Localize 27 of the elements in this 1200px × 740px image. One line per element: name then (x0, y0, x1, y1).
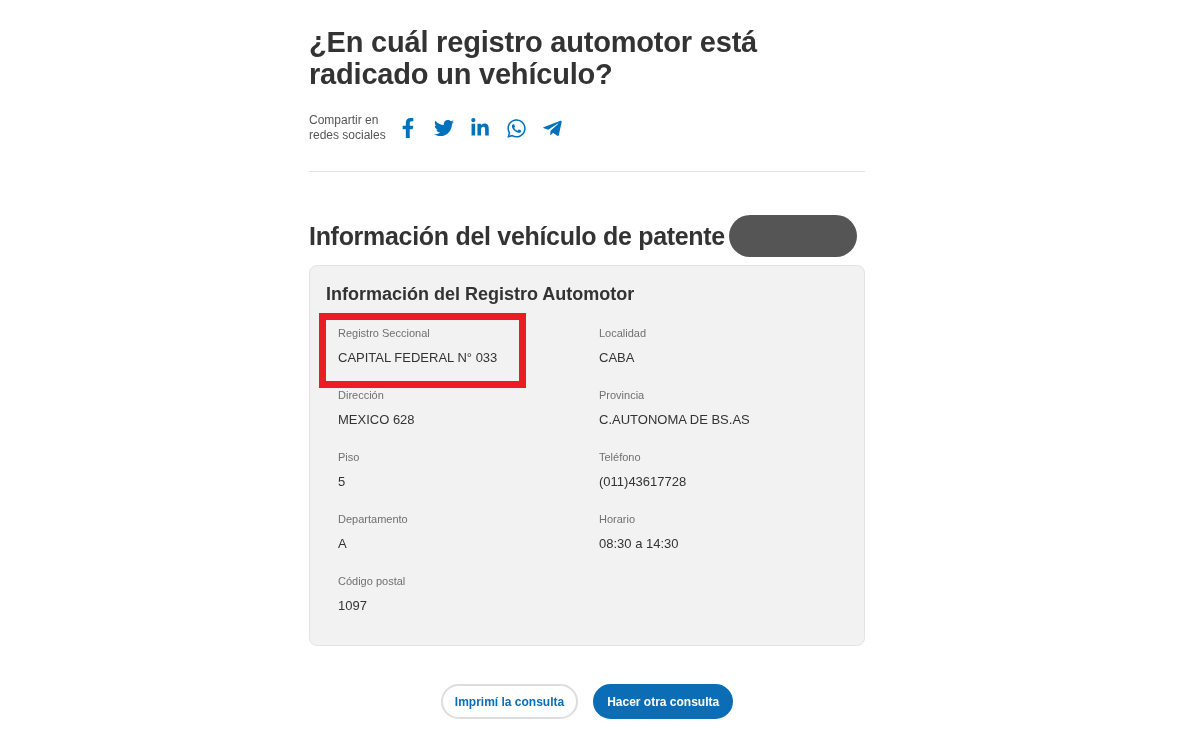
field-value: CABA (599, 349, 636, 367)
field-label: Registro Seccional (338, 326, 431, 341)
whatsapp-icon[interactable] (505, 117, 527, 139)
field-value: MEXICO 628 (338, 411, 416, 429)
page-title: ¿En cuál registro automotor está radicado un vehículo? (309, 26, 759, 90)
field-label: Localidad (599, 326, 648, 341)
field-value: (011)43617728 (599, 473, 688, 491)
field-label: Código postal (338, 574, 407, 589)
twitter-icon[interactable] (434, 118, 454, 138)
card-title: Información del Registro Automotor (326, 283, 636, 306)
field-value: CAPITAL FEDERAL N° 033 (338, 349, 499, 367)
field-label: Horario (599, 512, 637, 527)
share-label: Compartir en redes sociales (309, 113, 387, 143)
field-label: Dirección (338, 388, 385, 403)
linkedin-icon[interactable] (470, 118, 490, 138)
field-value: C.AUTONOMA DE BS.AS (599, 411, 751, 429)
vehicle-heading: Información del vehículo de patente (309, 221, 725, 251)
new-query-button[interactable]: Hacer otra consulta (593, 684, 734, 719)
field-value: 08:30 a 14:30 (599, 535, 680, 553)
field-label: Piso (338, 450, 361, 465)
field-value: 5 (338, 473, 347, 491)
field-value: 1097 (338, 597, 368, 615)
field-value: A (338, 535, 348, 553)
field-label: Teléfono (599, 450, 642, 465)
field-label: Departamento (338, 512, 409, 527)
print-button[interactable]: Imprimí la consulta (440, 684, 579, 719)
field-label: Provincia (599, 388, 646, 403)
